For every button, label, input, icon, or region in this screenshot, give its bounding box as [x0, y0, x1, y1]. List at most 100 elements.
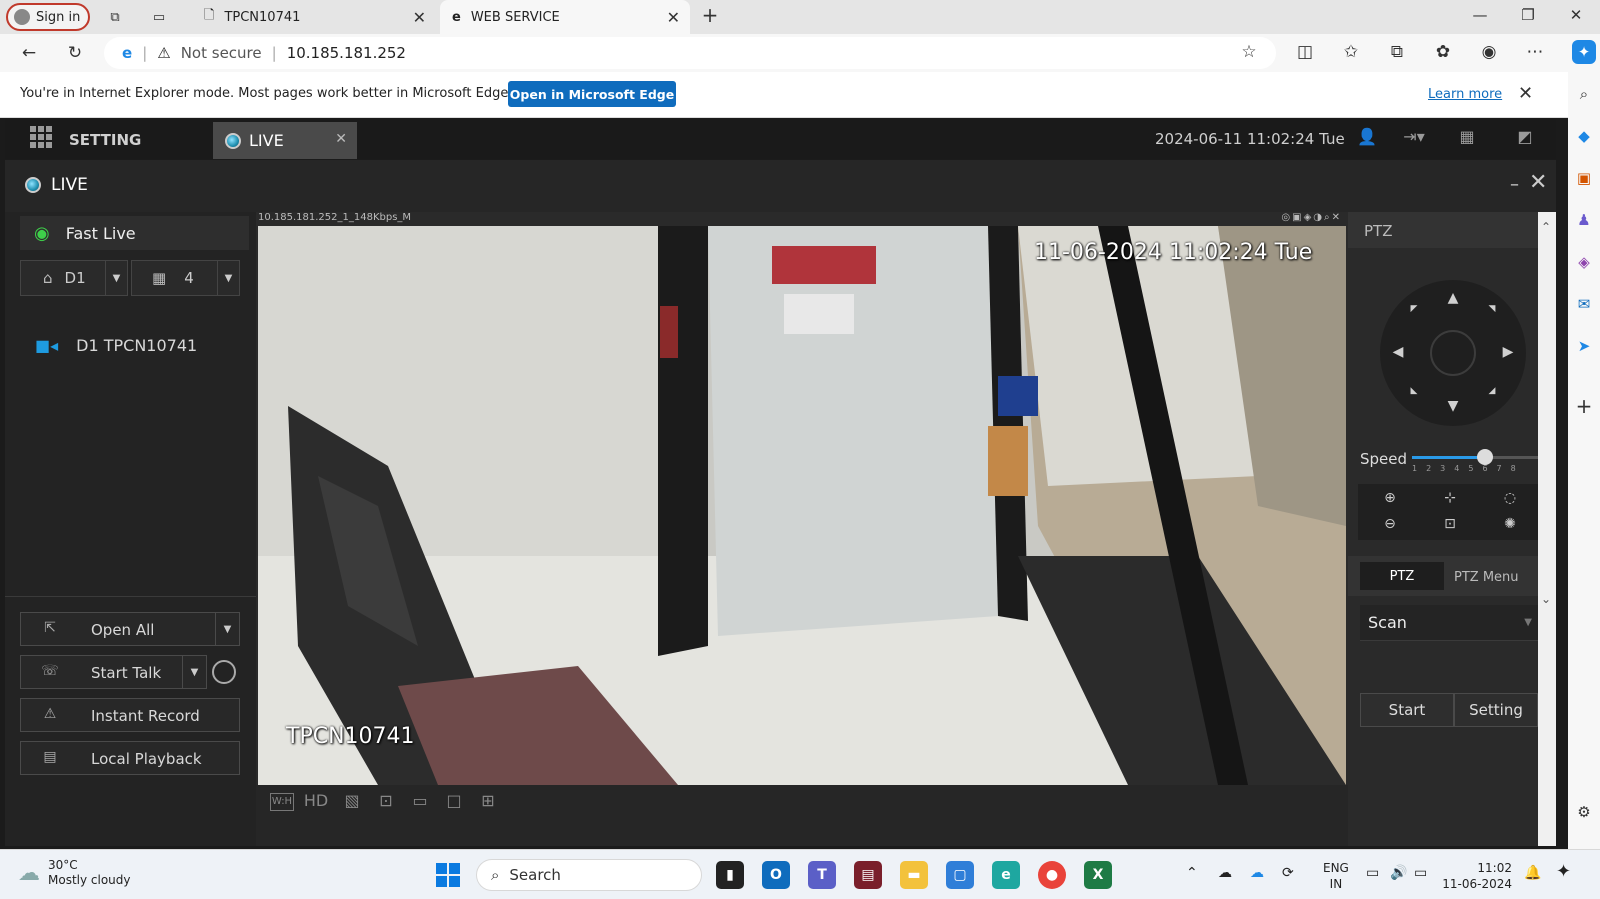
disable-icon[interactable]: ▧ — [340, 791, 364, 817]
split-screen-icon[interactable]: ◫ — [1294, 42, 1316, 64]
new-tab-button[interactable]: + — [700, 3, 720, 27]
chevron-down-icon[interactable]: ▼ — [105, 261, 127, 295]
onedrive-icon[interactable]: ☁ — [1250, 865, 1264, 881]
close-tab-icon[interactable]: ✕ — [413, 8, 426, 27]
toolbox-icon[interactable]: ▣ — [1572, 166, 1596, 190]
file-explorer-icon[interactable]: ▬ — [900, 861, 928, 889]
start-button[interactable]: Start — [1360, 693, 1454, 727]
excel-icon[interactable]: X — [1084, 861, 1112, 889]
outlook-icon[interactable]: ✉ — [1572, 292, 1596, 316]
chevron-down-icon[interactable]: ▼ — [1524, 617, 1532, 628]
qr-code-icon[interactable]: ▦ — [1455, 127, 1479, 151]
fullscreen-icon[interactable]: ◩ — [1513, 127, 1537, 151]
setting-menu-label[interactable]: SETTING — [69, 131, 141, 149]
tab-ptz[interactable]: PTZ — [1360, 562, 1444, 590]
people-icon[interactable]: ♟ — [1572, 208, 1596, 232]
fit-screen-icon[interactable]: ⊡ — [374, 791, 398, 817]
search-icon[interactable]: ⌕ — [1572, 82, 1596, 106]
close-tab-icon[interactable]: ✕ — [335, 131, 347, 147]
open-all-button[interactable]: ⇱ Open All ▼ — [20, 612, 240, 646]
display-icon[interactable]: ▭ — [1366, 865, 1379, 881]
sync-icon[interactable]: ⟳ — [1282, 865, 1294, 881]
ptz-center-button[interactable] — [1430, 330, 1476, 376]
grid-menu-icon[interactable] — [29, 125, 53, 149]
user-icon[interactable]: 👤 — [1355, 127, 1379, 151]
video-window-controls[interactable]: ◎▣◈◑⌕✕ — [1281, 212, 1342, 223]
close-icon[interactable]: ✕ — [1529, 170, 1547, 195]
favorites-icon[interactable]: ✩ — [1340, 42, 1362, 64]
volume-icon[interactable]: 🔊 — [1390, 865, 1407, 881]
send-icon[interactable]: ➤ — [1572, 334, 1596, 358]
chevron-down-icon[interactable]: ▼ — [217, 261, 239, 295]
app-icon[interactable]: ▤ — [854, 861, 882, 889]
arrow-left-icon[interactable]: ◀ — [1390, 344, 1406, 360]
fullscreen-icon[interactable]: □ — [442, 791, 466, 817]
chevron-down-icon[interactable]: ▼ — [182, 656, 206, 688]
fast-live-header[interactable]: ◉ Fast Live — [20, 216, 249, 250]
arrow-right-icon[interactable]: ▶ — [1500, 344, 1516, 360]
close-icon[interactable]: ✕ — [1518, 83, 1533, 104]
zoom-in-icon[interactable]: ⊕ — [1380, 490, 1400, 510]
close-window-button[interactable]: ✕ — [1566, 6, 1586, 26]
scroll-up-icon[interactable]: ⌃ — [1541, 220, 1551, 234]
focus-far-icon[interactable]: ⊡ — [1440, 516, 1460, 536]
vertical-scrollbar[interactable]: ⌃ ⌄ — [1538, 212, 1556, 846]
quad-view-icon[interactable]: ⊞ — [476, 791, 500, 817]
battery-icon[interactable]: ▭ — [1414, 865, 1427, 881]
single-view-icon[interactable]: ▭ — [408, 791, 432, 817]
instant-record-button[interactable]: ⚠ Instant Record — [20, 698, 240, 732]
ptz-direction-pad[interactable]: ▲ ▼ ◀ ▶ ◤ ◥ ◣ ◢ — [1380, 280, 1526, 426]
arrow-down-right-icon[interactable]: ◢ — [1484, 386, 1500, 402]
copilot-icon[interactable]: ✦ — [1556, 861, 1571, 882]
iris-close-icon[interactable]: ✺ — [1500, 516, 1520, 536]
arrow-up-icon[interactable]: ▲ — [1445, 290, 1461, 306]
talk-status-indicator[interactable] — [212, 660, 236, 684]
extensions-icon[interactable]: ✿ — [1432, 42, 1454, 64]
chevron-down-icon[interactable]: ▼ — [215, 613, 239, 645]
sign-in-button[interactable]: Sign in — [6, 3, 90, 31]
learn-more-link[interactable]: Learn more — [1428, 87, 1502, 102]
task-view-icon[interactable]: ▮ — [716, 861, 744, 889]
setting-button[interactable]: Setting — [1454, 693, 1538, 727]
ie-mode-icon[interactable]: e — [122, 44, 132, 62]
browser-essentials-icon[interactable]: ◉ — [1478, 42, 1500, 64]
language-indicator[interactable]: ENG IN — [1323, 860, 1349, 892]
minimize-icon[interactable]: – — [1510, 174, 1519, 195]
arrow-down-icon[interactable]: ▼ — [1445, 398, 1461, 414]
arrow-down-left-icon[interactable]: ◣ — [1406, 386, 1422, 402]
favorite-star-icon[interactable]: ☆ — [1238, 42, 1260, 64]
notification-bell-icon[interactable]: 🔔 — [1524, 865, 1541, 881]
iris-open-icon[interactable]: ◌ — [1500, 490, 1520, 510]
tab-live[interactable]: LIVE ✕ — [213, 122, 357, 159]
settings-gear-icon[interactable]: ⚙ — [1572, 800, 1596, 824]
outlook-icon[interactable]: O — [762, 861, 790, 889]
local-playback-button[interactable]: ▤ Local Playback — [20, 741, 240, 775]
arrow-up-right-icon[interactable]: ◥ — [1484, 304, 1500, 320]
system-clock[interactable]: 11:02 11-06-2024 — [1442, 860, 1512, 892]
remote-desktop-icon[interactable]: ▢ — [946, 861, 974, 889]
video-window[interactable]: 10.185.181.252_1_148Kbps_M ◎▣◈◑⌕✕ 11-06-… — [256, 212, 1348, 785]
tab-actions-icon[interactable]: ▭ — [150, 8, 168, 26]
chevron-up-icon[interactable]: ⌃ — [1186, 865, 1198, 881]
layout-select[interactable]: ▦ 4 ▼ — [131, 260, 240, 296]
logout-icon[interactable]: ⇥▾ — [1397, 127, 1431, 151]
browser-tab-tpcn[interactable]: 🗋 TPCN10741 ✕ — [192, 0, 436, 34]
more-options-icon[interactable]: ⋯ — [1524, 42, 1546, 64]
aspect-ratio-button[interactable]: W:H — [270, 793, 294, 811]
speed-slider-handle[interactable] — [1477, 449, 1493, 465]
chrome-icon[interactable]: ● — [1038, 861, 1066, 889]
maximize-button[interactable]: ❐ — [1518, 6, 1538, 26]
scroll-down-icon[interactable]: ⌄ — [1541, 592, 1551, 606]
tag-icon[interactable]: ◆ — [1572, 124, 1596, 148]
office-icon[interactable]: ◈ — [1572, 250, 1596, 274]
ptz-mode-select[interactable]: Scan ▼ — [1360, 605, 1538, 641]
minimize-button[interactable]: — — [1470, 6, 1490, 26]
taskbar-search[interactable]: ⌕ Search — [476, 859, 702, 891]
browser-tab-web-service[interactable]: e WEB SERVICE ✕ — [440, 0, 690, 34]
focus-near-icon[interactable]: ⊹ — [1440, 490, 1460, 510]
device-list-item[interactable]: ■◂ D1 TPCN10741 — [35, 336, 197, 355]
address-field[interactable]: e | ⚠ Not secure | 10.185.181.252 — [104, 37, 1276, 69]
close-tab-icon[interactable]: ✕ — [667, 8, 680, 27]
start-talk-button[interactable]: ☏ Start Talk ▼ — [20, 655, 207, 689]
windows-start-icon[interactable] — [436, 863, 460, 887]
